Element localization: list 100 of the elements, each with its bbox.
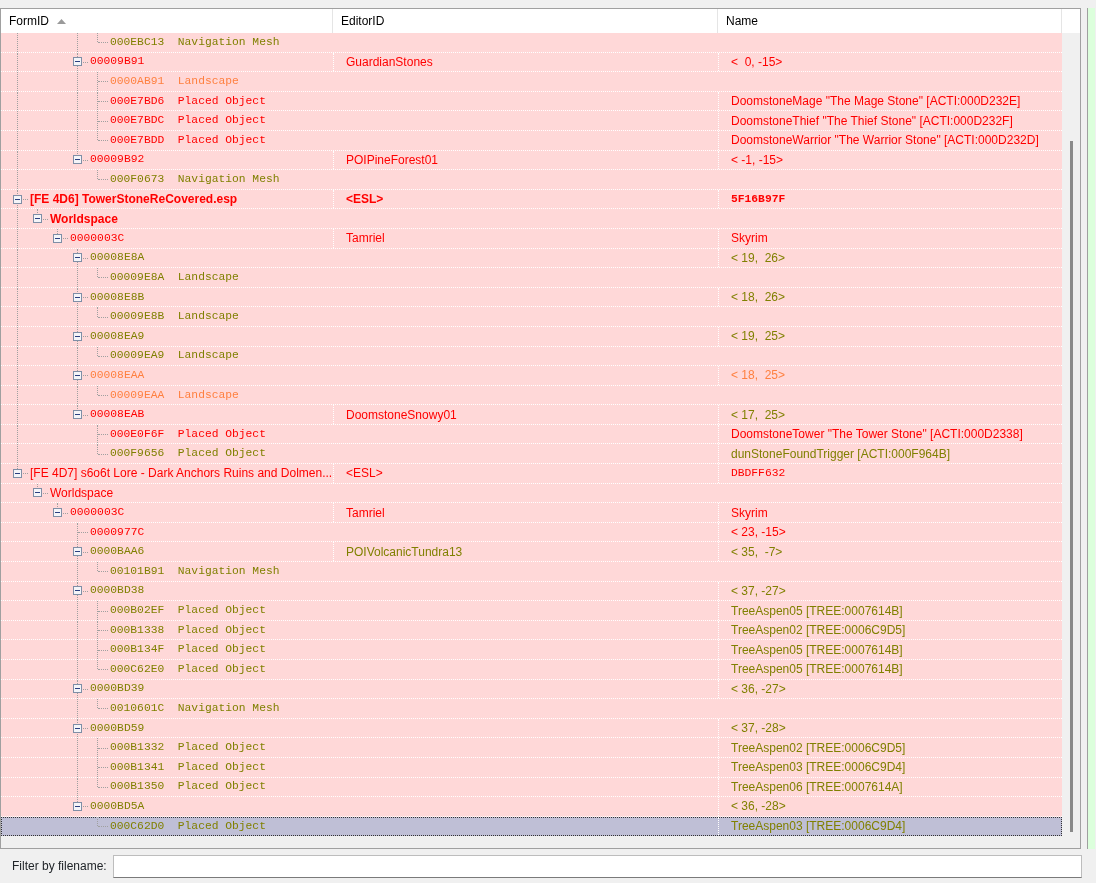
collapse-icon[interactable] bbox=[33, 488, 42, 498]
tree-row[interactable]: 000E7BDC Placed Object DoomstoneThief "The Thief Stone" [ACTI:000D232F] bbox=[1, 111, 1062, 131]
tree-row[interactable]: [FE 4D6] TowerStoneReCovered.esp <ESL> 5F16B97F bbox=[1, 189, 1062, 210]
tree-item-label[interactable]: 0000BD5A bbox=[88, 798, 145, 815]
tree-item-label[interactable]: 0000977C bbox=[88, 523, 145, 541]
tree-row[interactable]: 000C62D0 Placed Object TreeAspen03 [TREE:0006C9D4] bbox=[1, 816, 1062, 837]
tree-row[interactable]: 0000AB91 Landscape bbox=[1, 72, 1062, 92]
collapse-icon[interactable] bbox=[73, 331, 82, 341]
collapse-icon[interactable] bbox=[53, 233, 62, 243]
tree-item-label[interactable]: [FE 4D7] s6o6t Lore - Dark Anchors Ruins and Dolmen... bbox=[28, 464, 333, 483]
tree-item-label[interactable]: 000F9656 Placed Object bbox=[108, 445, 266, 463]
collapse-icon[interactable] bbox=[73, 410, 82, 420]
tree-row[interactable]: 00009E8A Landscape bbox=[1, 268, 1062, 288]
tree-row[interactable]: Worldspace bbox=[1, 483, 1062, 504]
tree-row[interactable]: 0010601C Navigation Mesh bbox=[1, 699, 1062, 719]
tree-item-label[interactable]: 00009EAA Landscape bbox=[108, 386, 239, 404]
tree-row[interactable]: 00009B92 POIPineForest01 < -1, -15> bbox=[1, 150, 1062, 171]
tree-row[interactable]: 0000BD59 < 37, -28> bbox=[1, 718, 1062, 739]
tree-item-label[interactable]: 000F0673 Navigation Mesh bbox=[108, 171, 280, 188]
tree-row[interactable]: 00008EAA < 18, 25> bbox=[1, 366, 1062, 386]
filter-input[interactable] bbox=[112, 854, 1082, 878]
tree-item-label[interactable]: 000C62E0 Placed Object bbox=[108, 660, 266, 678]
tree-row[interactable]: 0000BD5A < 36, -28> bbox=[1, 797, 1062, 817]
tree-row[interactable]: 00008E8B < 18, 26> bbox=[1, 287, 1062, 308]
tree-item-label[interactable]: 000B1350 Placed Object bbox=[108, 778, 266, 796]
tree-row[interactable]: 000B1338 Placed Object TreeAspen02 [TREE:0006C9D5] bbox=[1, 620, 1062, 641]
tree-item-label[interactable]: 000B134F Placed Object bbox=[108, 641, 266, 659]
tree-item-label[interactable]: 0000003C bbox=[68, 504, 125, 521]
tree-item-label[interactable]: 000E0F6F Placed Object bbox=[108, 425, 266, 443]
tree-item-label[interactable]: 000E7BD6 Placed Object bbox=[108, 92, 266, 110]
collapse-icon[interactable] bbox=[73, 801, 82, 811]
tree-row[interactable]: 00008E8A < 19, 26> bbox=[1, 248, 1062, 269]
collapse-icon[interactable] bbox=[13, 468, 22, 478]
tree-item-label[interactable]: 000C62D0 Placed Object bbox=[108, 817, 266, 835]
tree-row[interactable]: 00101B91 Navigation Mesh bbox=[1, 562, 1062, 582]
tree-row[interactable]: 000B1341 Placed Object TreeAspen03 [TREE:0006C9D4] bbox=[1, 757, 1062, 778]
tree-row[interactable]: 00009E8B Landscape bbox=[1, 307, 1062, 327]
tree-row[interactable]: 000B1350 Placed Object TreeAspen06 [TREE:0007614A] bbox=[1, 777, 1062, 798]
collapse-icon[interactable] bbox=[73, 586, 82, 596]
tree-item-label[interactable]: Worldspace bbox=[48, 209, 118, 228]
tree-row[interactable]: 00009B91 GuardianStones < 0, -15> bbox=[1, 52, 1062, 73]
tree-row[interactable]: 000E7BD6 Placed Object DoomstoneMage "The Mage Stone" [ACTI:000D232E] bbox=[1, 91, 1062, 112]
tree-item-label[interactable]: 00009E8A Landscape bbox=[108, 268, 239, 286]
tree-row[interactable]: 00008EA9 < 19, 25> bbox=[1, 326, 1062, 347]
tree-item-label[interactable]: [FE 4D6] TowerStoneReCovered.esp bbox=[28, 190, 238, 209]
tree-row[interactable]: 000F9656 Placed Object dunStoneFoundTrigger [ACTI:000F964B] bbox=[1, 444, 1062, 465]
tree-row[interactable]: 0000BAA6 POIVolcanicTundra13 < 35, -7> bbox=[1, 542, 1062, 563]
tree-item-label[interactable]: 000B1338 Placed Object bbox=[108, 621, 266, 639]
tree-item-label[interactable]: 00009EA9 Landscape bbox=[108, 347, 239, 365]
tree-row[interactable]: 000B1332 Placed Object TreeAspen02 [TREE:0006C9D5] bbox=[1, 738, 1062, 758]
tree-item-label[interactable]: 0010601C Navigation Mesh bbox=[108, 700, 280, 717]
collapse-icon[interactable] bbox=[13, 194, 22, 204]
tree-item-label[interactable]: 00009E8B Landscape bbox=[108, 308, 239, 326]
tree-item-label[interactable]: 00008EA9 bbox=[88, 327, 145, 345]
collapse-icon[interactable] bbox=[33, 214, 42, 224]
tree-row[interactable]: 000B134F Placed Object TreeAspen05 [TREE:0007614B] bbox=[1, 640, 1062, 660]
tree-item-label[interactable]: 0000BAA6 bbox=[88, 543, 145, 561]
tree-row[interactable]: 00009EA9 Landscape bbox=[1, 346, 1062, 367]
collapse-icon[interactable] bbox=[73, 253, 82, 263]
tree-item-label[interactable]: 0000BD39 bbox=[88, 680, 145, 698]
tree-row[interactable]: 000F0673 Navigation Mesh bbox=[1, 170, 1062, 190]
collapse-icon[interactable] bbox=[73, 723, 82, 733]
collapse-icon[interactable] bbox=[73, 547, 82, 557]
tree-item-label[interactable]: 000B02EF Placed Object bbox=[108, 602, 266, 619]
tree-item-label[interactable]: 0000BD59 bbox=[88, 719, 145, 737]
tree-row[interactable]: 0000003C Tamriel Skyrim bbox=[1, 228, 1062, 249]
tree-row[interactable]: 0000BD39 < 36, -27> bbox=[1, 679, 1062, 700]
tree-item-label[interactable]: 000B1332 Placed Object bbox=[108, 739, 266, 757]
tree-row[interactable]: 000E0F6F Placed Object DoomstoneTower "The Tower Stone" [ACTI:000D2338] bbox=[1, 424, 1062, 445]
tree-item-label[interactable]: 00101B91 Navigation Mesh bbox=[108, 562, 280, 580]
tree-item-label[interactable]: 000B1341 Placed Object bbox=[108, 758, 266, 776]
tree-item-label[interactable]: 00009B92 bbox=[88, 151, 145, 169]
collapse-icon[interactable] bbox=[73, 370, 82, 380]
tree-row[interactable]: 00008EAB DoomstoneSnowy01 < 17, 25> bbox=[1, 405, 1062, 425]
tree-item-label[interactable]: 000E7BDC Placed Object bbox=[108, 112, 266, 130]
tree-row[interactable]: 000B02EF Placed Object TreeAspen05 [TREE:0007614B] bbox=[1, 601, 1062, 621]
tree-item-label[interactable]: 00008EAB bbox=[88, 406, 145, 424]
collapse-icon[interactable] bbox=[73, 684, 82, 694]
tree-item-label[interactable]: Worldspace bbox=[48, 483, 114, 502]
collapse-icon[interactable] bbox=[73, 57, 82, 67]
tree-row[interactable]: 0000003C Tamriel Skyrim bbox=[1, 503, 1062, 523]
scrollbar-thumb[interactable] bbox=[1070, 141, 1073, 832]
tree-item-label[interactable]: 00008E8B bbox=[88, 288, 145, 306]
tree-item-label[interactable]: 00008EAA bbox=[88, 366, 145, 384]
collapse-icon[interactable] bbox=[73, 155, 82, 165]
tree-row[interactable]: 00009EAA Landscape bbox=[1, 385, 1062, 406]
tree-row[interactable]: 0000977C < 23, -15> bbox=[1, 522, 1062, 543]
tree-row[interactable]: [FE 4D7] s6o6t Lore - Dark Anchors Ruins and Dolmen... <ESL> DBDFF632 bbox=[1, 464, 1062, 484]
tree-item-label[interactable]: 00008E8A bbox=[88, 249, 145, 267]
tree-item-label[interactable]: 00009B91 bbox=[88, 53, 145, 71]
tree-row[interactable]: 000EBC13 Navigation Mesh bbox=[1, 33, 1062, 53]
tree-row[interactable]: 000E7BDD Placed Object DoomstoneWarrior "The Warrior Stone" [ACTI:000D232D] bbox=[1, 130, 1062, 151]
tree-item-label[interactable]: 0000003C bbox=[68, 229, 125, 247]
collapse-icon[interactable] bbox=[53, 508, 62, 518]
collapse-icon[interactable] bbox=[73, 292, 82, 302]
tree-item-label[interactable]: 0000AB91 Landscape bbox=[108, 73, 239, 90]
tree-item-label[interactable]: 000E7BDD Placed Object bbox=[108, 131, 266, 149]
tree-row[interactable]: 0000BD38 < 37, -27> bbox=[1, 581, 1062, 602]
tree-row[interactable]: 000C62E0 Placed Object TreeAspen05 [TREE:0007614B] bbox=[1, 660, 1062, 680]
tree-row[interactable]: Worldspace bbox=[1, 209, 1062, 229]
